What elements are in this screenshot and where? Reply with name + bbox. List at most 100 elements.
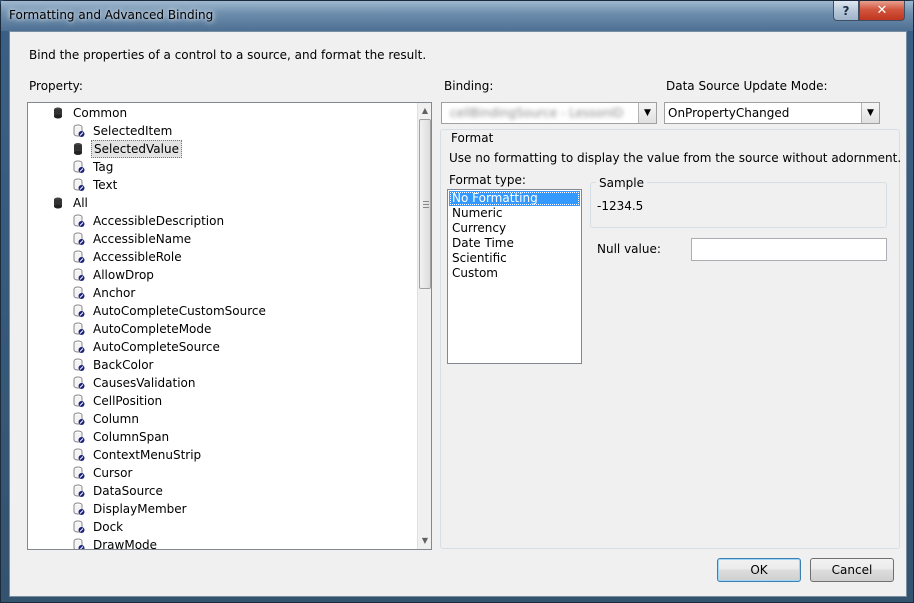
scroll-up-arrow-icon[interactable]: ▲ xyxy=(418,104,431,118)
property-icon xyxy=(73,412,85,425)
property-tree[interactable]: Common SelectedItem SelectedValue Tag Text Al… xyxy=(27,102,432,550)
property-icon xyxy=(73,502,85,515)
tree-item[interactable]: DisplayMember xyxy=(72,500,189,518)
tree-item[interactable]: DrawMode xyxy=(72,536,159,550)
tree-item[interactable]: SelectedValue xyxy=(72,140,182,158)
tree-item-label: AutoCompleteMode xyxy=(93,322,212,336)
tree-item-label: Column xyxy=(93,412,139,426)
close-button[interactable]: ✕ xyxy=(859,1,905,21)
format-type-item[interactable]: Custom xyxy=(449,266,580,281)
tree-item-label: SelectedItem xyxy=(93,124,173,138)
tree-item-label: DrawMode xyxy=(93,538,158,550)
tree-item[interactable]: AccessibleName xyxy=(72,230,193,248)
property-icon xyxy=(73,160,85,173)
tree-item[interactable]: AccessibleRole xyxy=(72,248,184,266)
tree-item[interactable]: AutoCompleteCustomSource xyxy=(72,302,268,320)
update-mode-dropdown-arrow-icon[interactable]: ▼ xyxy=(861,103,879,123)
property-icon xyxy=(73,268,85,281)
tree-item-label: Text xyxy=(93,178,118,192)
tree-item-label: AccessibleDescription xyxy=(93,214,225,228)
dialog-window: Formatting and Advanced Binding ? ✕ Bind… xyxy=(0,0,914,603)
property-icon xyxy=(73,448,85,461)
tree-category-common[interactable]: Common xyxy=(53,104,129,122)
tree-item[interactable]: AllowDrop xyxy=(72,266,156,284)
scroll-down-arrow-icon[interactable]: ▼ xyxy=(418,534,431,548)
tree-category-all[interactable]: All xyxy=(53,194,90,212)
format-type-item[interactable]: Currency xyxy=(449,221,580,236)
format-group-title: Format xyxy=(448,131,497,145)
bound-property-icon xyxy=(74,143,82,155)
tree-item[interactable]: DataSource xyxy=(72,482,165,500)
update-mode-value: OnPropertyChanged xyxy=(668,106,790,120)
binding-dropdown-arrow-icon[interactable]: ▼ xyxy=(638,103,656,123)
tree-item[interactable]: SelectedItem xyxy=(72,122,174,140)
format-type-item[interactable]: Numeric xyxy=(449,206,580,221)
tree-item[interactable]: Anchor xyxy=(72,284,137,302)
format-type-label: Format type: xyxy=(449,173,526,187)
tree-item-label: AutoCompleteCustomSource xyxy=(93,304,266,318)
format-type-list[interactable]: No Formatting Numeric Currency Date Time Sci… xyxy=(447,189,582,364)
property-icon xyxy=(73,484,85,497)
tree-item[interactable]: Column xyxy=(72,410,141,428)
tree-item-label: CellPosition xyxy=(93,394,163,408)
help-button[interactable]: ? xyxy=(833,1,859,21)
property-icon xyxy=(73,520,85,533)
cancel-button[interactable]: Cancel xyxy=(810,558,894,582)
tree-item-label: AutoCompleteSource xyxy=(93,340,220,354)
binding-combo[interactable]: cellBindingSource - LessonID ▼ xyxy=(441,102,657,124)
property-label: Property: xyxy=(29,79,83,93)
tree-category-label: All xyxy=(73,196,88,210)
null-value-input[interactable] xyxy=(691,238,887,261)
ok-button-label: OK xyxy=(750,563,768,577)
format-type-item[interactable]: No Formatting xyxy=(449,191,580,206)
tree-item-label: CausesValidation xyxy=(93,376,196,390)
tree-item[interactable]: ContextMenuStrip xyxy=(72,446,203,464)
property-icon xyxy=(73,394,85,407)
tree-item[interactable]: AutoCompleteMode xyxy=(72,320,213,338)
cancel-button-label: Cancel xyxy=(831,563,873,577)
tree-item-label: Cursor xyxy=(93,466,133,480)
tree-item[interactable]: AutoCompleteSource xyxy=(72,338,222,356)
null-value-label: Null value: xyxy=(597,242,661,256)
property-icon xyxy=(73,358,85,371)
tree-item[interactable]: Tag xyxy=(72,158,115,176)
help-icon: ? xyxy=(842,3,850,18)
tree-category-label: Common xyxy=(73,106,128,120)
tree-item-label: ContextMenuStrip xyxy=(93,448,202,462)
tree-item[interactable]: Text xyxy=(72,176,119,194)
property-icon xyxy=(73,124,85,137)
scroll-thumb[interactable] xyxy=(419,119,431,289)
tree-item-label: SelectedValue xyxy=(91,140,182,158)
sample-value: -1234.5 xyxy=(597,199,644,213)
property-icon xyxy=(73,322,85,335)
tree-item-label: DisplayMember xyxy=(93,502,187,516)
format-type-item[interactable]: Date Time xyxy=(449,236,580,251)
property-icon xyxy=(73,340,85,353)
update-mode-combo[interactable]: OnPropertyChanged ▼ xyxy=(664,102,880,124)
binding-label: Binding: xyxy=(444,79,494,93)
format-description: Use no formatting to display the value f… xyxy=(449,151,902,165)
tree-item[interactable]: AccessibleDescription xyxy=(72,212,226,230)
tree-item-label: BackColor xyxy=(93,358,154,372)
tree-item[interactable]: BackColor xyxy=(72,356,155,374)
ok-button[interactable]: OK xyxy=(717,558,801,582)
tree-item[interactable]: Cursor xyxy=(72,464,134,482)
tree-item[interactable]: CausesValidation xyxy=(72,374,197,392)
tree-item[interactable]: ColumnSpan xyxy=(72,428,171,446)
format-type-item[interactable]: Scientific xyxy=(449,251,580,266)
tree-item-label: Tag xyxy=(93,160,114,174)
sample-label: Sample xyxy=(596,176,647,190)
close-icon: ✕ xyxy=(876,3,888,18)
dialog-body: Bind the properties of a control to a so… xyxy=(9,31,907,597)
property-icon xyxy=(73,430,85,443)
cylinder-icon xyxy=(54,197,62,209)
tree-item[interactable]: CellPosition xyxy=(72,392,164,410)
tree-item-label: AccessibleRole xyxy=(93,250,182,264)
tree-item-label: Anchor xyxy=(93,286,136,300)
property-icon xyxy=(73,214,85,227)
tree-item-label: AllowDrop xyxy=(93,268,154,282)
title-bar[interactable]: Formatting and Advanced Binding ? ✕ xyxy=(1,1,913,31)
dialog-description: Bind the properties of a control to a so… xyxy=(29,48,427,62)
tree-item[interactable]: Dock xyxy=(72,518,125,536)
property-tree-scrollbar[interactable]: ▲ ▼ xyxy=(417,103,431,549)
